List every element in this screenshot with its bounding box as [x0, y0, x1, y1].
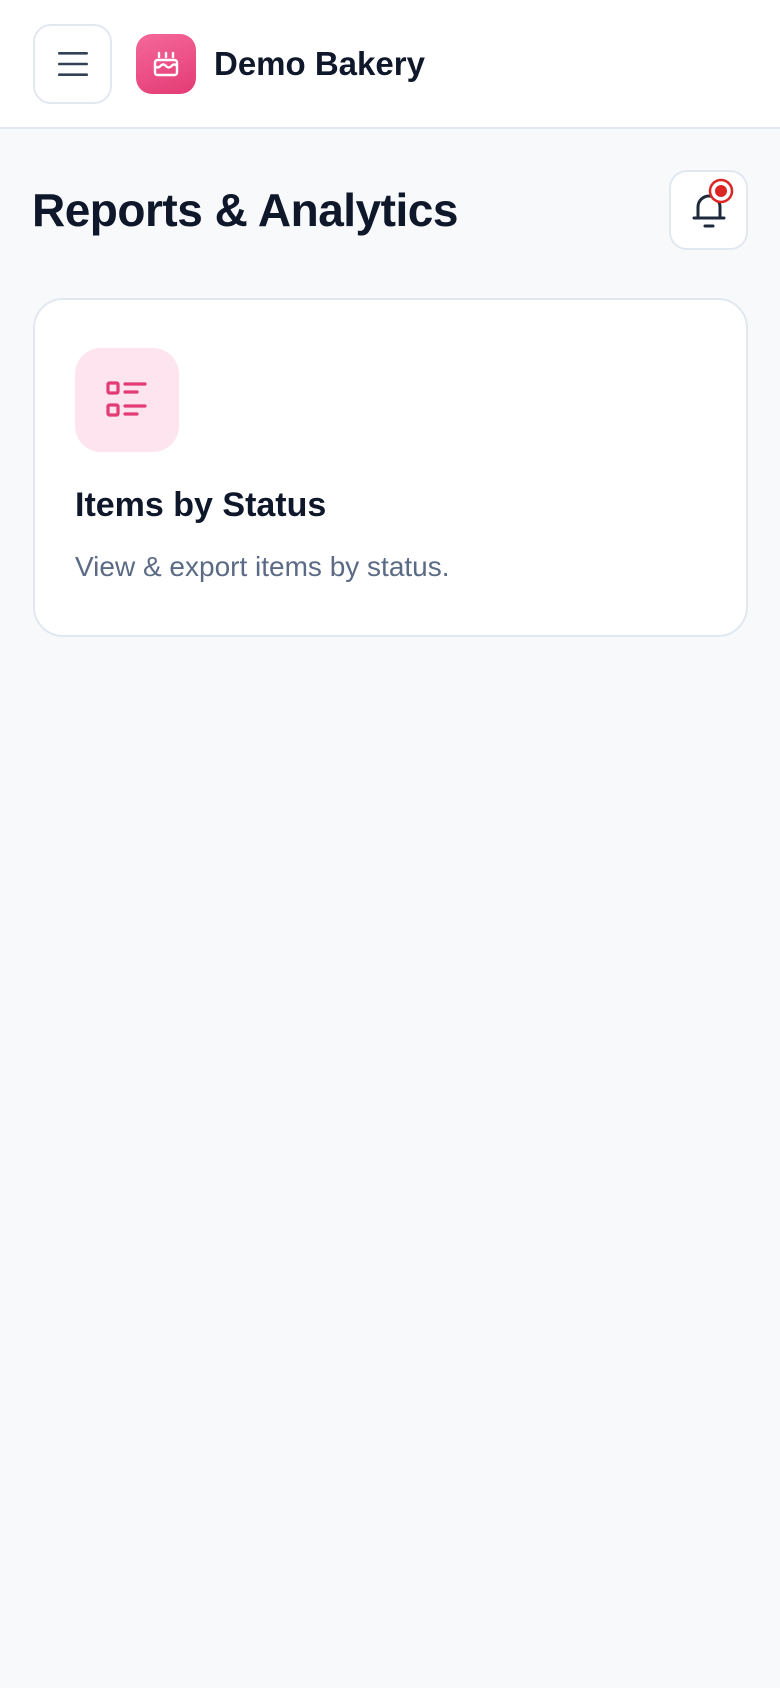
- menu-button[interactable]: [33, 24, 112, 104]
- report-card-items-by-status[interactable]: Items by Status View & export items by s…: [33, 298, 748, 637]
- report-card-icon-tile: [75, 348, 179, 452]
- hamburger-menu-icon: [57, 52, 88, 76]
- brand-logo: [136, 34, 196, 94]
- bell-icon-wrapper: [689, 178, 733, 232]
- brand-name[interactable]: Demo Bakery: [214, 44, 425, 84]
- birthday-cake-icon: [153, 51, 179, 77]
- page-title: Reports & Analytics: [32, 184, 458, 236]
- top-app-bar: Demo Bakery: [0, 0, 780, 129]
- notification-badge: [708, 178, 733, 204]
- report-card-title: Items by Status: [75, 486, 327, 524]
- notifications-button[interactable]: [669, 170, 748, 250]
- report-card-description: View & export items by status.: [75, 551, 450, 582]
- list-details-icon: [106, 381, 147, 417]
